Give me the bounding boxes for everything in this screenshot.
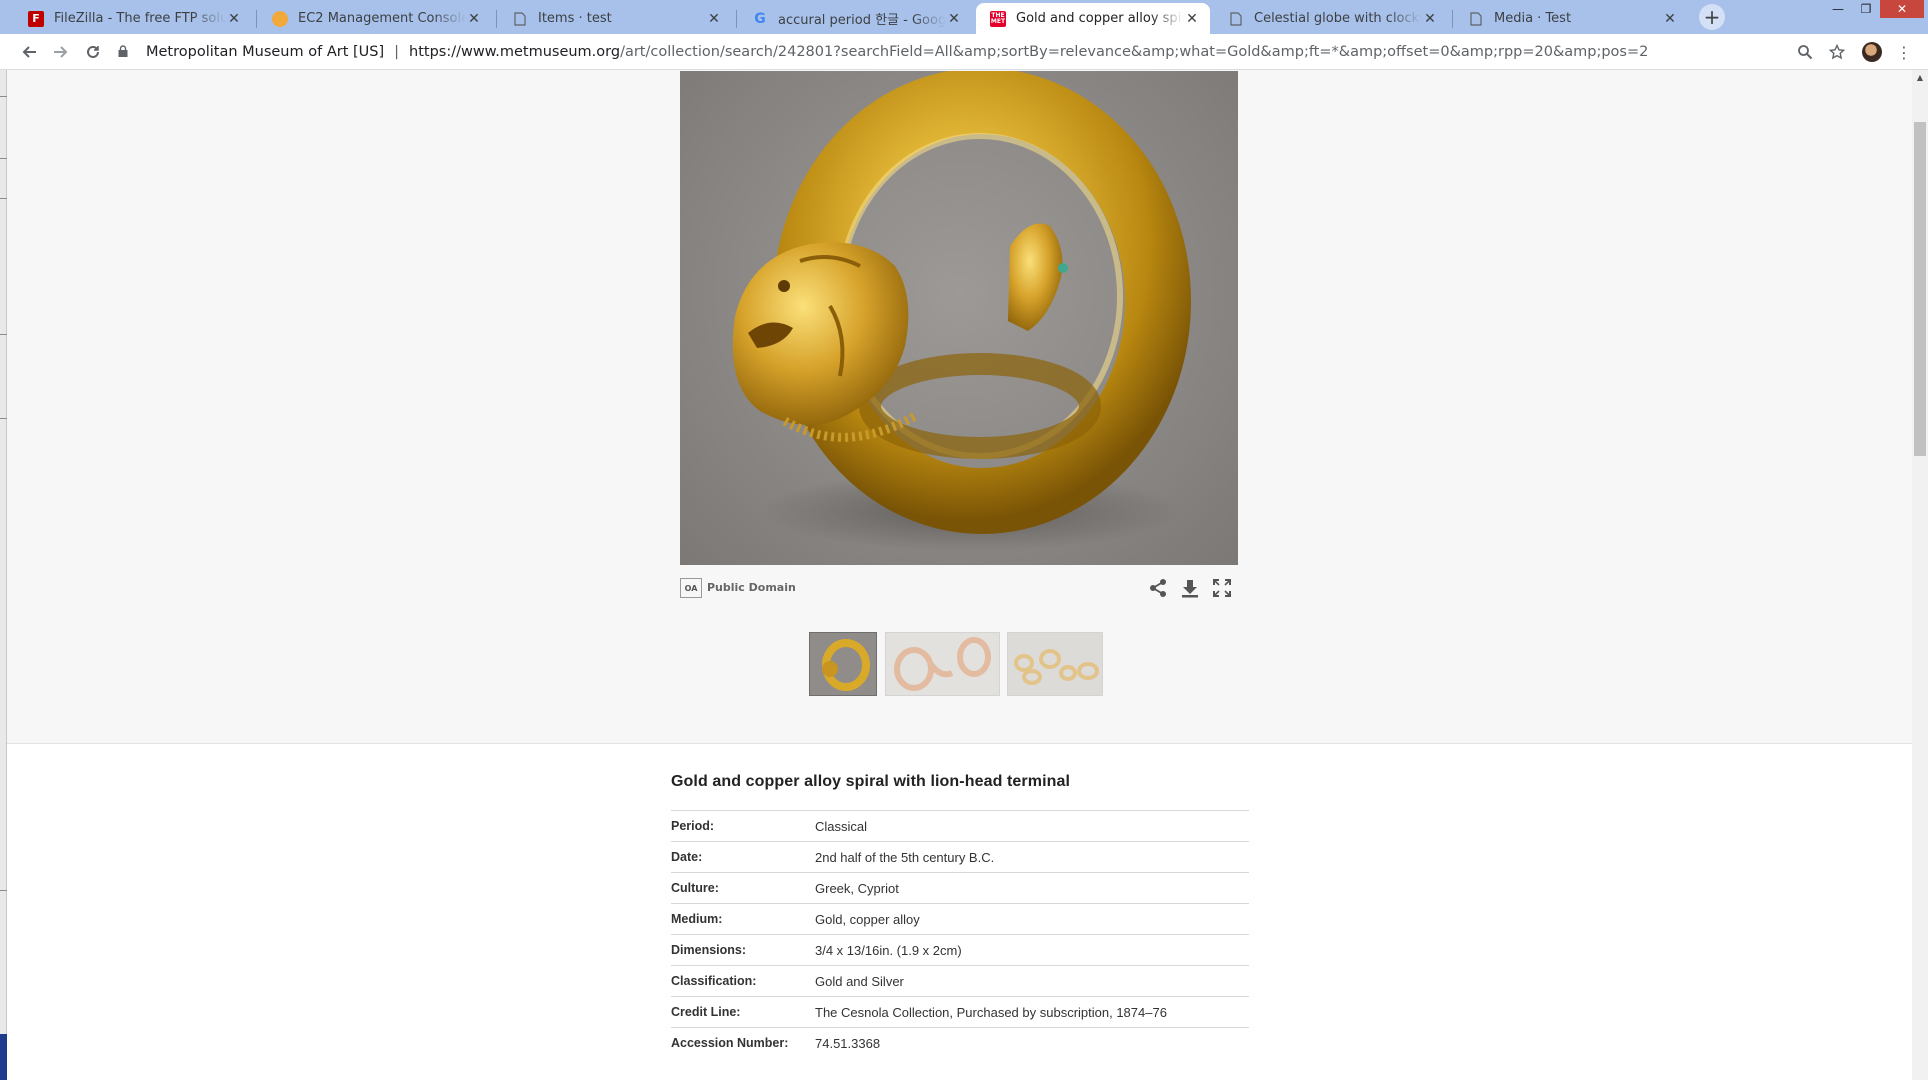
object-details: Gold and copper alloy spiral with lion-h…	[671, 770, 1249, 1058]
detail-row-credit-line: Credit Line: The Cesnola Collection, Pur…	[671, 996, 1249, 1027]
scroll-up-arrow-icon[interactable]: ▲	[1912, 70, 1928, 84]
edge-mark	[0, 418, 7, 419]
close-tab-icon[interactable]: ✕	[1184, 11, 1200, 27]
zoom-icon[interactable]	[1791, 38, 1819, 66]
address-bar[interactable]: Metropolitan Museum of Art [US] | https:…	[118, 39, 1838, 65]
download-icon[interactable]	[1178, 576, 1202, 600]
google-icon: G	[754, 10, 766, 27]
detail-label: Classification:	[671, 974, 757, 988]
left-edge-window	[0, 70, 7, 1080]
detail-label: Accession Number:	[671, 1036, 789, 1050]
window-close-icon[interactable]: ✕	[1880, 0, 1924, 18]
menu-kebab-icon[interactable]: ⋮	[1890, 38, 1918, 66]
edge-mark	[0, 158, 7, 159]
close-tab-icon[interactable]: ✕	[466, 11, 482, 27]
detail-label: Culture:	[671, 881, 719, 895]
thumbnail-2[interactable]	[885, 632, 1000, 696]
detail-row-classification: Classification: Gold and Silver	[671, 965, 1249, 996]
detail-value: 2nd half of the 5th century B.C.	[815, 849, 995, 865]
detail-row-period: Period: Classical	[671, 810, 1249, 841]
tab-ec2[interactable]: EC2 Management Console ✕	[258, 3, 492, 34]
detail-label: Credit Line:	[671, 1005, 741, 1019]
tab-title: FileZilla - The free FTP solution	[54, 11, 226, 26]
detail-row-culture: Culture: Greek, Cypriot	[671, 872, 1249, 903]
edge-mark	[0, 96, 7, 97]
public-domain-label: Public Domain	[707, 581, 796, 594]
tab-title: accural period 한글 - Google 검	[778, 13, 946, 28]
tab-title: Items · test	[538, 11, 612, 26]
scroll-thumb[interactable]	[1914, 122, 1926, 456]
detail-value: Gold and Silver	[815, 973, 904, 989]
tab-divider	[1452, 10, 1453, 28]
tab-title: Gold and copper alloy spiral wit	[1016, 11, 1184, 26]
detail-value: Greek, Cypriot	[815, 880, 899, 896]
tab-title: EC2 Management Console	[298, 11, 466, 26]
fullscreen-icon[interactable]	[1210, 576, 1234, 600]
page-scrollbar[interactable]: ▲	[1912, 70, 1928, 1080]
detail-value: 74.51.3368	[815, 1035, 881, 1051]
tab-divider	[496, 10, 497, 28]
tab-media-test[interactable]: Media · Test ✕	[1454, 3, 1688, 34]
detail-value: Gold, copper alloy	[815, 911, 920, 927]
tab-title: Media · Test	[1494, 11, 1572, 26]
tab-items-test[interactable]: Items · test ✕	[498, 3, 732, 34]
thumbnail-3[interactable]	[1007, 632, 1103, 696]
tab-google-search[interactable]: G accural period 한글 - Google 검 ✕	[738, 3, 972, 34]
detail-row-accession-number: Accession Number: 74.51.3368	[671, 1027, 1249, 1058]
object-title: Gold and copper alloy spiral with lion-h…	[671, 773, 1071, 790]
close-tab-icon[interactable]: ✕	[226, 11, 242, 27]
detail-row-medium: Medium: Gold, copper alloy	[671, 903, 1249, 934]
tab-strip: F FileZilla - The free FTP solution ✕ EC…	[0, 0, 1928, 34]
edge-block	[0, 1034, 7, 1080]
close-tab-icon[interactable]: ✕	[1662, 11, 1678, 27]
back-icon[interactable]	[15, 38, 43, 66]
detail-value: 3/4 x 13/16in. (1.9 x 2cm)	[815, 942, 962, 958]
site-identity: Metropolitan Museum of Art [US]	[146, 44, 385, 60]
new-tab-button[interactable]: +	[1699, 4, 1725, 30]
omnibox-divider: |	[394, 44, 400, 60]
edge-mark	[0, 890, 7, 891]
tab-divider	[736, 10, 737, 28]
tab-celestial-globe[interactable]: Celestial globe with clockwork ✕	[1214, 3, 1448, 34]
image-controls: OA Public Domain	[680, 576, 1238, 600]
detail-label: Date:	[671, 850, 703, 864]
restore-icon[interactable]: ❐	[1852, 0, 1880, 18]
filezilla-icon: F	[28, 10, 44, 27]
detail-row-dimensions: Dimensions: 3/4 x 13/16in. (1.9 x 2cm)	[671, 934, 1249, 965]
tab-met-spiral[interactable]: THEMET Gold and copper alloy spiral wit …	[976, 3, 1210, 34]
lock-icon[interactable]	[118, 44, 134, 60]
document-icon	[1468, 11, 1484, 27]
met-icon: THE MET	[990, 10, 1006, 27]
close-tab-icon[interactable]: ✕	[1422, 11, 1438, 27]
close-tab-icon[interactable]: ✕	[706, 11, 722, 27]
tab-title: Celestial globe with clockwork	[1254, 11, 1422, 26]
detail-label: Dimensions:	[671, 943, 747, 957]
bookmark-star-icon[interactable]	[1823, 38, 1851, 66]
browser-toolbar: Metropolitan Museum of Art [US] | https:…	[0, 34, 1928, 70]
url-host: https://www.metmuseum.org	[409, 44, 621, 60]
detail-value: Classical	[815, 818, 868, 834]
url-path: /art/collection/search/242801?searchFiel…	[620, 44, 1649, 60]
document-icon	[1228, 11, 1244, 27]
close-tab-icon[interactable]: ✕	[946, 11, 962, 27]
document-icon	[512, 11, 528, 27]
open-access-badge: OA	[680, 578, 702, 598]
forward-icon[interactable]	[47, 38, 75, 66]
aws-icon	[272, 10, 288, 27]
thumbnail-1[interactable]	[809, 632, 877, 696]
detail-value: The Cesnola Collection, Purchased by sub…	[815, 1004, 1167, 1020]
reload-icon[interactable]	[79, 38, 107, 66]
tab-divider	[256, 10, 257, 28]
tab-filezilla[interactable]: F FileZilla - The free FTP solution ✕	[14, 3, 252, 34]
edge-mark	[0, 198, 7, 199]
edge-mark	[0, 334, 7, 335]
detail-label: Period:	[671, 819, 715, 833]
detail-label: Medium:	[671, 912, 723, 926]
artwork-image[interactable]	[680, 71, 1238, 565]
detail-row-date: Date: 2nd half of the 5th century B.C.	[671, 841, 1249, 872]
share-icon[interactable]	[1146, 576, 1170, 600]
minimize-icon[interactable]: —	[1824, 0, 1852, 18]
profile-avatar[interactable]	[1862, 42, 1882, 62]
